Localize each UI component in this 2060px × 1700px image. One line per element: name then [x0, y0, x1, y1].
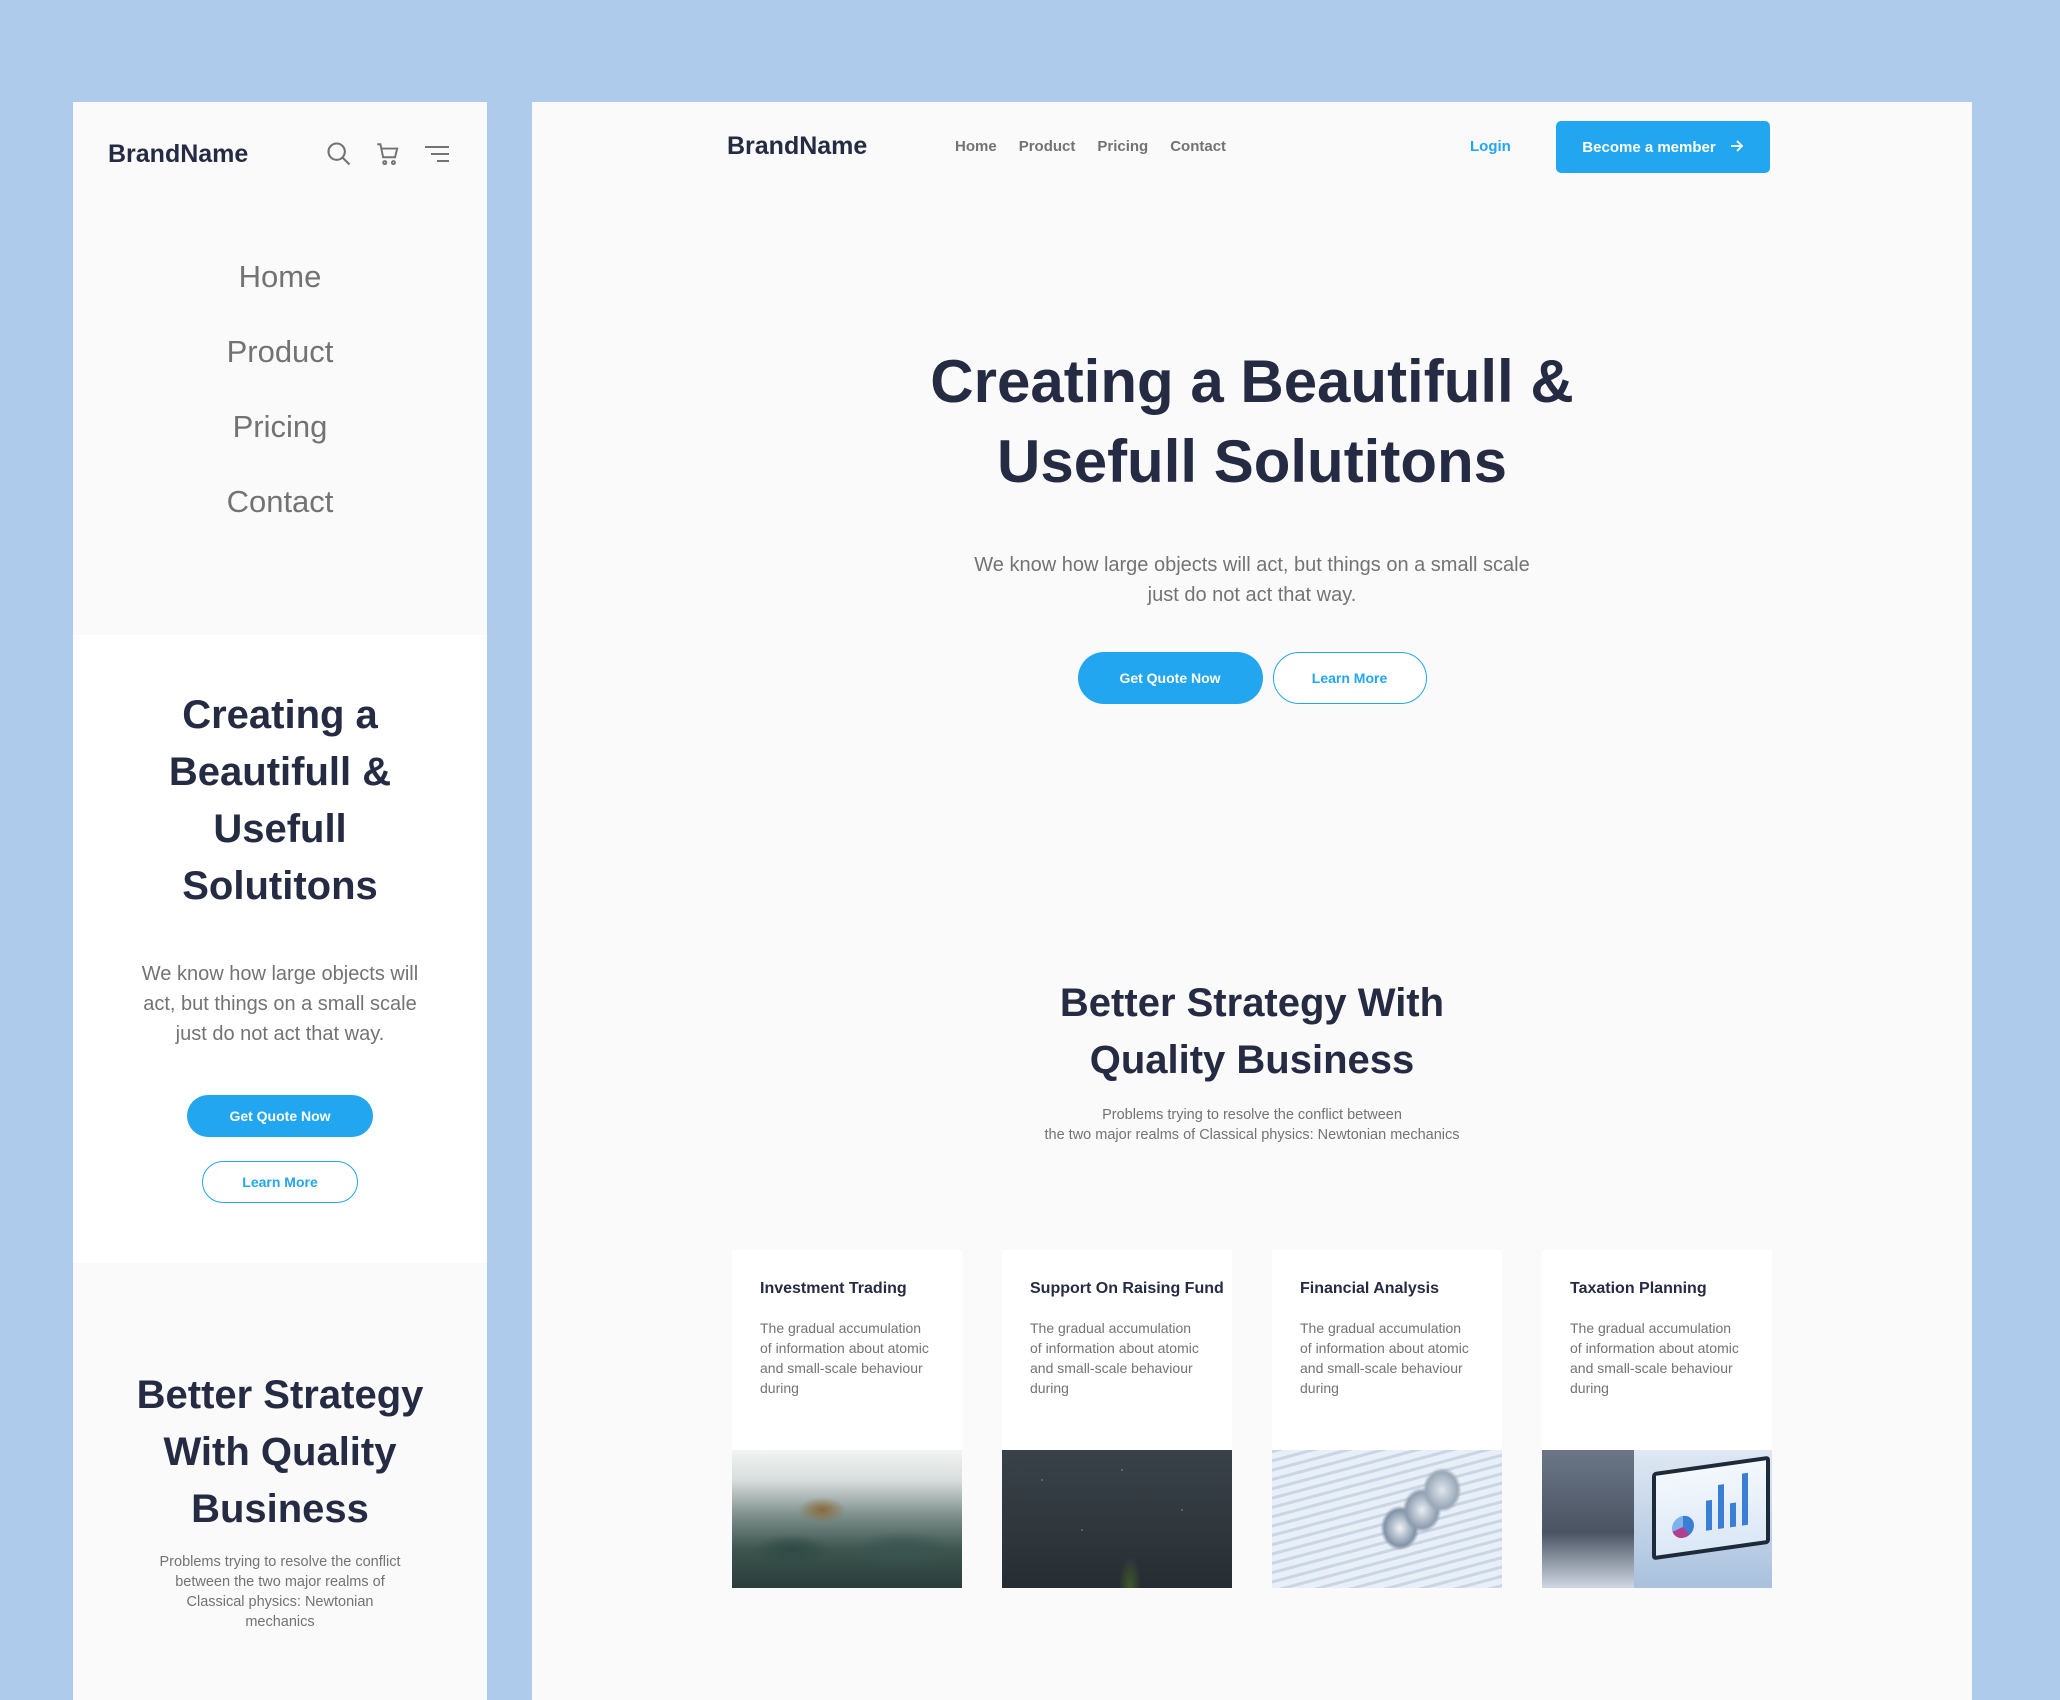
card-financial-analysis[interactable]: Financial Analysis The gradual accumulat…: [1272, 1250, 1502, 1588]
desktop-header: BrandName Home Product Pricing Contact L…: [532, 102, 1972, 194]
hero-buttons: Get Quote Now Learn More: [532, 652, 1972, 704]
pie-chart-graphic: [1672, 1514, 1694, 1540]
card-title: Support On Raising Fund: [1030, 1280, 1224, 1297]
mobile-strategy-title: Better Strategy With Quality Business: [136, 1373, 424, 1531]
arrow-right-icon: [1730, 139, 1744, 156]
search-icon[interactable]: [325, 140, 353, 168]
nav-product[interactable]: Product: [1019, 138, 1076, 155]
get-quote-button[interactable]: Get Quote Now: [1077, 652, 1263, 704]
mobile-nav-pricing[interactable]: Pricing: [73, 408, 487, 483]
card-text: The gradual accumulation of information …: [1300, 1320, 1469, 1396]
mobile-nav-home[interactable]: Home: [73, 258, 487, 333]
card-text: The gradual accumulation of information …: [1030, 1320, 1199, 1396]
learn-more-button[interactable]: Learn More: [1272, 652, 1427, 704]
nav-pricing[interactable]: Pricing: [1097, 138, 1148, 155]
forest-photo: [732, 1450, 962, 1588]
card-text: The gradual accumulation of information …: [760, 1320, 929, 1396]
bar-graphic: [1730, 1502, 1736, 1528]
mobile-get-quote-button[interactable]: Get Quote Now: [187, 1095, 373, 1137]
mobile-hero: Creating a Beautifull & Usefull Solutito…: [73, 635, 487, 1263]
become-member-label: Become a member: [1582, 138, 1716, 156]
mobile-strategy-section: Better Strategy With Quality Business Pr…: [73, 1263, 487, 1632]
card-support-raising-fund[interactable]: Support On Raising Fund The gradual accu…: [1002, 1250, 1232, 1588]
mobile-hero-subtitle: We know how large objects will act, but …: [141, 963, 419, 1045]
desktop-preview: BrandName Home Product Pricing Contact L…: [532, 102, 1972, 1700]
strategy-subtitle-line-1: Problems trying to resolve the conflict …: [1102, 1107, 1402, 1123]
cart-icon[interactable]: [375, 141, 401, 167]
bar-graphic: [1742, 1472, 1748, 1526]
menu-icon[interactable]: [423, 142, 451, 166]
card-title: Financial Analysis: [1300, 1280, 1440, 1297]
nav-home[interactable]: Home: [955, 138, 997, 155]
hero-subtitle: We know how large objects will act, but …: [974, 554, 1530, 606]
strategy-section: Better Strategy With Quality Business Pr…: [532, 975, 1972, 1145]
card-title: Taxation Planning: [1570, 1280, 1707, 1297]
bar-graphic: [1718, 1484, 1724, 1530]
laptop-screen: [1652, 1455, 1770, 1561]
card-body: Taxation Planning The gradual accumulati…: [1542, 1250, 1772, 1450]
person-silhouette: [1542, 1450, 1634, 1588]
mobile-hero-title: Creating a Beautifull & Usefull Solutito…: [168, 693, 392, 908]
desktop-hero: Creating a Beautifull & Usefull Solutito…: [532, 342, 1972, 704]
brand-logo[interactable]: BrandName: [727, 132, 867, 161]
card-taxation-planning[interactable]: Taxation Planning The gradual accumulati…: [1542, 1250, 1772, 1588]
nav-contact[interactable]: Contact: [1170, 138, 1226, 155]
become-member-button[interactable]: Become a member: [1556, 121, 1770, 173]
card-body: Investment Trading The gradual accumulat…: [732, 1250, 962, 1450]
strategy-subtitle-line-2: the two major realms of Classical physic…: [1044, 1127, 1460, 1143]
mobile-strategy-subtitle: Problems trying to resolve the conflict …: [159, 1554, 401, 1630]
brand-logo[interactable]: BrandName: [108, 140, 248, 169]
laptop-analytics-photo: [1542, 1450, 1772, 1588]
card-body: Support On Raising Fund The gradual accu…: [1002, 1250, 1232, 1450]
mobile-header: BrandName: [73, 102, 487, 206]
mobile-preview: BrandName Home Product Pricing Contact C…: [73, 102, 487, 1700]
mobile-nav: Home Product Pricing Contact: [73, 206, 487, 558]
strategy-subtitle: Problems trying to resolve the conflict …: [992, 1105, 1512, 1145]
mobile-header-icons: [325, 140, 451, 168]
hero-title: Creating a Beautifull & Usefull Solutito…: [930, 348, 1574, 495]
service-cards: Investment Trading The gradual accumulat…: [732, 1250, 1772, 1588]
mobile-nav-product[interactable]: Product: [73, 333, 487, 408]
login-link[interactable]: Login: [1470, 138, 1511, 155]
coins-chart-photo: [1272, 1450, 1502, 1588]
card-text: The gradual accumulation of information …: [1570, 1320, 1739, 1396]
strategy-title: Better Strategy With Quality Business: [1059, 981, 1445, 1082]
card-title: Investment Trading: [760, 1280, 907, 1297]
night-sky-photo: [1002, 1450, 1232, 1588]
desktop-nav: Home Product Pricing Contact: [955, 138, 1226, 155]
card-investment-trading[interactable]: Investment Trading The gradual accumulat…: [732, 1250, 962, 1588]
mobile-learn-more-button[interactable]: Learn More: [202, 1161, 358, 1203]
card-body: Financial Analysis The gradual accumulat…: [1272, 1250, 1502, 1450]
bar-graphic: [1706, 1499, 1712, 1531]
mobile-nav-contact[interactable]: Contact: [73, 483, 487, 558]
